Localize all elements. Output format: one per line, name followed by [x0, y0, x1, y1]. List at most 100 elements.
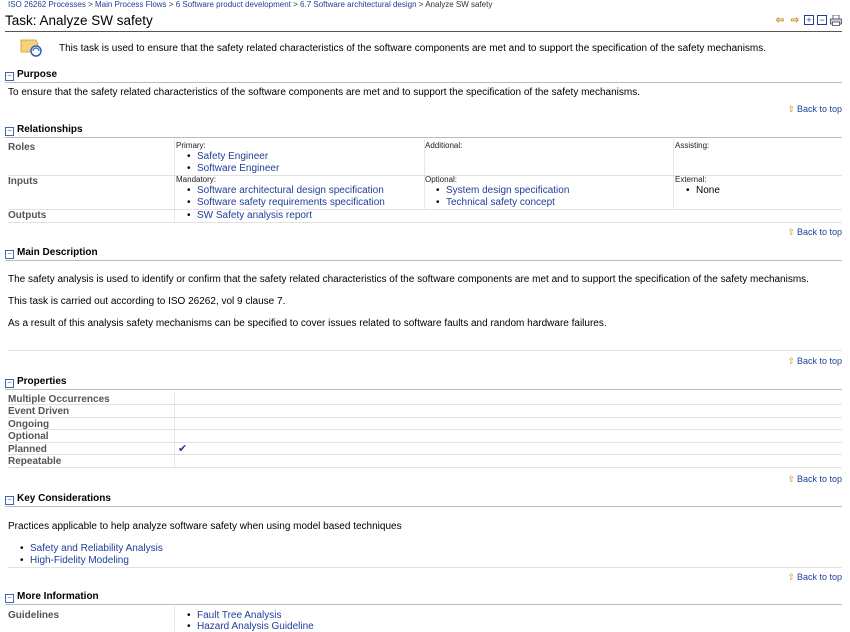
- section-divider: [5, 260, 842, 261]
- table-column-divider: [174, 606, 175, 631]
- expand-all-icon[interactable]: +: [804, 15, 814, 25]
- section-divider: [5, 82, 842, 83]
- table-row-divider: [8, 454, 842, 455]
- breadcrumb-separator: >: [88, 0, 93, 9]
- section-header-properties: − Properties: [5, 376, 842, 390]
- table-row-divider: [8, 467, 842, 468]
- back-to-top-link[interactable]: ⇧ Back to top: [787, 104, 842, 115]
- task-intro-text: This task is used to ensure that the saf…: [59, 43, 767, 54]
- breadcrumb-link-iso26262-processes[interactable]: ISO 26262 Processes: [8, 0, 86, 9]
- up-arrow-icon: ⇧: [787, 474, 795, 484]
- table-column-divider: [673, 139, 674, 209]
- section-title-more-information: More Information: [17, 591, 99, 602]
- collapse-toggle-icon[interactable]: −: [5, 496, 14, 505]
- input-link[interactable]: System design specification: [436, 185, 569, 196]
- guideline-link[interactable]: Fault Tree Analysis: [187, 610, 282, 621]
- task-icon: [20, 38, 44, 58]
- table-row-divider: [8, 222, 842, 223]
- key-consideration-link[interactable]: High-Fidelity Modeling: [20, 555, 129, 566]
- role-link[interactable]: Software Engineer: [187, 163, 279, 174]
- collapse-all-icon[interactable]: −: [817, 15, 827, 25]
- roles-label: Roles: [8, 142, 36, 153]
- key-considerations-text: Practices applicable to help analyze sof…: [8, 521, 402, 532]
- collapse-toggle-icon[interactable]: −: [5, 379, 14, 388]
- input-link[interactable]: Software architectural design specificat…: [187, 185, 384, 196]
- section-header-relationships: − Relationships: [5, 124, 842, 138]
- optional-label: Optional:: [425, 175, 458, 184]
- outputs-label: Outputs: [8, 210, 47, 221]
- arrow-right-icon[interactable]: ⇨: [789, 14, 801, 26]
- back-to-top-label: Back to top: [796, 104, 842, 114]
- key-consideration-link[interactable]: Safety and Reliability Analysis: [20, 543, 163, 554]
- breadcrumb: ISO 26262 Processes > Main Process Flows…: [8, 0, 492, 9]
- external-label: External:: [675, 175, 707, 184]
- breadcrumb-current: Analyze SW safety: [425, 0, 493, 9]
- section-end-divider: [8, 567, 842, 568]
- title-divider: [5, 31, 842, 32]
- breadcrumb-separator: >: [293, 0, 298, 9]
- breadcrumb-link-software-product-development[interactable]: 6 Software product development: [176, 0, 291, 9]
- purpose-text: To ensure that the safety related charac…: [8, 87, 640, 98]
- output-link[interactable]: SW Safety analysis report: [187, 210, 312, 221]
- property-label: Repeatable: [8, 456, 62, 467]
- collapse-toggle-icon[interactable]: −: [5, 250, 14, 259]
- input-link[interactable]: Technical safety concept: [436, 197, 555, 208]
- input-link[interactable]: Software safety requirements specificati…: [187, 197, 385, 208]
- role-link[interactable]: Safety Engineer: [187, 151, 268, 162]
- up-arrow-icon: ⇧: [787, 356, 795, 366]
- section-header-more-information: − More Information: [5, 591, 842, 605]
- print-icon[interactable]: [830, 14, 842, 26]
- section-divider: [5, 389, 842, 390]
- back-to-top-link[interactable]: ⇧ Back to top: [787, 356, 842, 367]
- arrow-left-icon[interactable]: ⇦: [774, 14, 786, 26]
- breadcrumb-separator: >: [168, 0, 174, 9]
- assisting-label: Assisting:: [675, 141, 710, 150]
- back-to-top-label: Back to top: [796, 227, 842, 237]
- table-row-divider: [8, 442, 842, 443]
- collapse-toggle-icon[interactable]: −: [5, 127, 14, 136]
- section-title-key-considerations: Key Considerations: [17, 493, 111, 504]
- section-divider: [5, 137, 842, 138]
- section-header-key-considerations: − Key Considerations: [5, 493, 842, 507]
- section-header-main-description: − Main Description: [5, 247, 842, 261]
- back-to-top-label: Back to top: [796, 356, 842, 366]
- section-title-properties: Properties: [17, 376, 67, 387]
- description-paragraph: As a result of this analysis safety mech…: [8, 318, 607, 329]
- table-row-divider: [8, 404, 842, 405]
- section-title-relationships: Relationships: [17, 124, 83, 135]
- guideline-link[interactable]: Hazard Analysis Guideline: [187, 621, 314, 632]
- section-divider: [5, 604, 842, 605]
- section-divider: [5, 506, 842, 507]
- back-to-top-label: Back to top: [796, 474, 842, 484]
- breadcrumb-link-main-process-flows[interactable]: Main Process Flows: [95, 0, 167, 9]
- breadcrumb-separator: >: [418, 0, 424, 9]
- mandatory-label: Mandatory:: [176, 175, 217, 184]
- page-title: Task: Analyze SW safety: [5, 13, 153, 28]
- page-toolbar: ⇦ ⇨ + −: [774, 14, 842, 26]
- collapse-toggle-icon[interactable]: −: [5, 72, 14, 81]
- inputs-label: Inputs: [8, 176, 38, 187]
- back-to-top-link[interactable]: ⇧ Back to top: [787, 474, 842, 485]
- property-label: Event Driven: [8, 406, 70, 417]
- description-paragraph: This task is carried out according to IS…: [8, 296, 286, 307]
- back-to-top-label: Back to top: [796, 572, 842, 582]
- back-to-top-link[interactable]: ⇧ Back to top: [787, 572, 842, 583]
- section-title-main-description: Main Description: [17, 247, 98, 258]
- section-title-purpose: Purpose: [17, 69, 58, 80]
- primary-label: Primary:: [176, 141, 206, 150]
- external-item: None: [686, 185, 720, 196]
- table-row-divider: [8, 417, 842, 418]
- breadcrumb-link-software-architectural-design[interactable]: 6.7 Software architectural design: [300, 0, 417, 9]
- up-arrow-icon: ⇧: [787, 227, 795, 237]
- back-to-top-link[interactable]: ⇧ Back to top: [787, 227, 842, 238]
- property-label: Optional: [8, 431, 49, 442]
- up-arrow-icon: ⇧: [787, 104, 795, 114]
- table-row-divider: [8, 429, 842, 430]
- description-paragraph: The safety analysis is used to identify …: [8, 274, 809, 285]
- section-header-purpose: − Purpose: [5, 69, 842, 83]
- table-row-divider: [8, 209, 842, 210]
- additional-label: Additional:: [425, 141, 463, 150]
- guidelines-label: Guidelines: [8, 610, 60, 621]
- collapse-toggle-icon[interactable]: −: [5, 594, 14, 603]
- up-arrow-icon: ⇧: [787, 572, 795, 582]
